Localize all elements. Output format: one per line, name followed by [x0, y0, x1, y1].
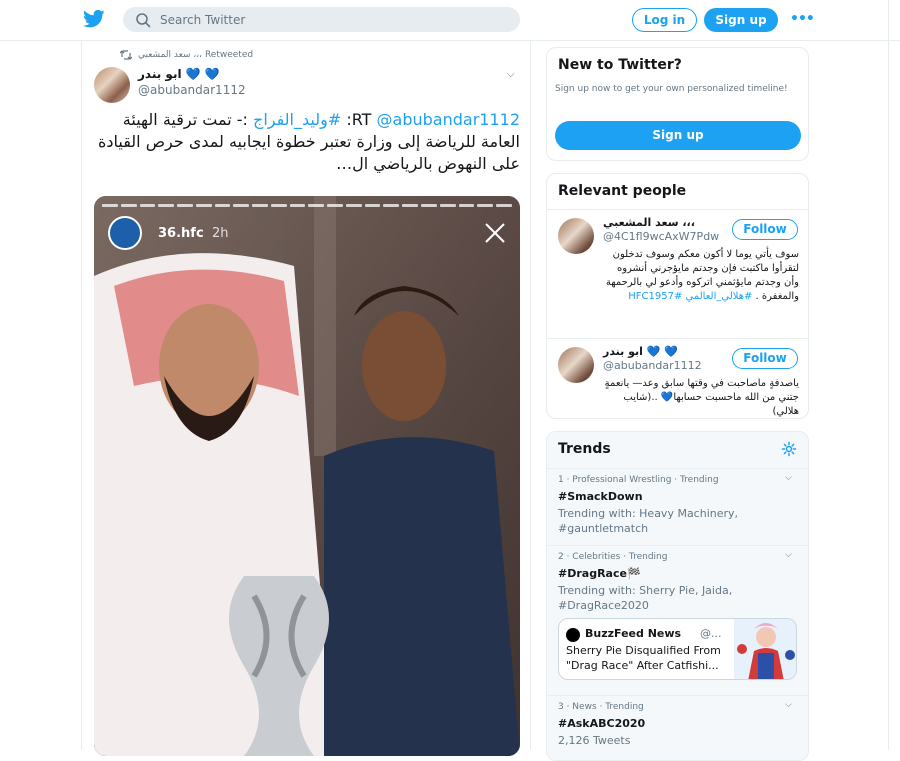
avatar[interactable] — [558, 218, 594, 254]
trend-name[interactable]: #SmackDown — [558, 490, 643, 503]
story-time: 2h — [212, 226, 229, 241]
person-username[interactable]: @4C1fl9wcAxW7Pdw — [603, 230, 719, 243]
gear-icon[interactable] — [781, 441, 797, 457]
card-title: Trends — [558, 441, 611, 457]
chevron-down-icon[interactable]: ⌵ — [785, 700, 792, 710]
search-input[interactable] — [160, 9, 500, 30]
person-username[interactable]: @abubandar1112 — [603, 359, 702, 372]
trend-name[interactable]: #AskABC2020 — [558, 717, 645, 730]
twitter-bird-icon[interactable] — [83, 9, 105, 29]
person-bio: سوف يأتي يوما لا أكون معكم وسوف تدخلون ل… — [603, 248, 799, 304]
trend-name[interactable]: #DragRace🏁 — [558, 567, 641, 580]
news-thumbnail — [734, 619, 796, 679]
signup-cta-button[interactable]: Sign up — [555, 121, 801, 150]
news-source: BuzzFeed News — [585, 627, 682, 640]
news-handle: @... — [700, 627, 722, 640]
tweet-media[interactable]: 36.hfc 2h — [94, 196, 520, 756]
person-bio: ياصدفةٍ ماصاحبت في وقتها سابق وعد— يانعم… — [604, 378, 799, 417]
tweet-text: RT @abubandar1112: #وليد_الفراج :- تمت ت… — [96, 109, 520, 175]
more-icon[interactable]: ••• — [790, 11, 815, 27]
follow-button[interactable]: Follow — [732, 219, 798, 240]
trend-desc: Trending with: Sherry Pie, Jaida, #DragR… — [558, 584, 733, 612]
trend-item[interactable]: 1 · Professional Wrestling · Trending ⌵ … — [547, 468, 808, 545]
follow-button[interactable]: Follow — [732, 348, 798, 369]
top-bar: Log in Sign up ••• — [0, 0, 900, 41]
tweet-separator: : — [341, 110, 352, 129]
tweet[interactable]: سعد المشعبي ،،، Retweeted ابو بندر 💙 💙 @… — [81, 41, 531, 756]
trends-card: Trends 1 · Professional Wrestling · Tren… — [546, 431, 809, 761]
card-subtitle: Sign up now to get your own personalized… — [555, 84, 788, 94]
trend-desc: Trending with: Heavy Machinery, #gauntle… — [558, 507, 739, 535]
retweet-label: سعد المشعبي ،،، Retweeted — [138, 50, 254, 60]
trend-meta: 1 · Professional Wrestling · Trending — [558, 475, 719, 485]
chevron-down-icon[interactable]: ⌵ — [507, 69, 519, 80]
close-icon — [485, 223, 505, 243]
trend-desc: 2,126 Tweets — [558, 734, 631, 747]
username[interactable]: @abubandar1112 — [138, 83, 246, 97]
person-name[interactable]: سعد المشعبي ،،، — [603, 216, 695, 229]
page-border — [888, 0, 889, 750]
person-name[interactable]: ابو بندر 💙 💙 — [603, 345, 678, 358]
person-item[interactable]: ابو بندر 💙 💙 @abubandar1112 Follow ياصدف… — [547, 339, 808, 419]
signup-button[interactable]: Sign up — [704, 8, 778, 32]
news-headline: Sherry Pie Disqualified From "Drag Race"… — [566, 644, 721, 672]
card-title: Relevant people — [558, 183, 687, 199]
trend-meta: 2 · Celebrities · Trending — [558, 552, 668, 562]
tweet-rt: RT — [351, 110, 377, 129]
retweet-context: سعد المشعبي ،،، Retweeted — [120, 48, 253, 62]
retweet-icon — [120, 50, 132, 60]
search-box[interactable] — [123, 7, 520, 32]
trend-meta: 3 · News · Trending — [558, 702, 644, 712]
story-username: 36.hfc — [158, 226, 204, 241]
trend-item[interactable]: 3 · News · Trending ⌵ #AskABC2020 2,126 … — [547, 695, 808, 760]
relevant-people-card: Relevant people سعد المشعبي ،،، @4C1fl9w… — [546, 173, 809, 419]
login-button[interactable]: Log in — [632, 8, 697, 32]
new-to-twitter-card: New to Twitter? Sign up now to get your … — [546, 47, 809, 161]
chevron-down-icon[interactable]: ⌵ — [785, 550, 792, 560]
hashtag-link[interactable]: #وليد_الفراج — [253, 110, 341, 129]
chevron-down-icon[interactable]: ⌵ — [785, 473, 792, 483]
avatar[interactable] — [558, 347, 594, 383]
story-photo — [94, 196, 520, 756]
person-item[interactable]: سعد المشعبي ،،، @4C1fl9wcAxW7Pdw Follow … — [547, 210, 808, 338]
mention-link[interactable]: @abubandar1112 — [377, 110, 520, 129]
news-card[interactable]: BuzzFeed News @... Sherry Pie Disqualifi… — [558, 618, 797, 680]
bio-hashtag[interactable]: #هلالي_العالمي HFC1957# — [628, 291, 752, 302]
search-icon — [136, 13, 151, 28]
avatar[interactable] — [94, 67, 130, 103]
card-title: New to Twitter? — [558, 57, 682, 73]
buzzfeed-logo-icon — [566, 628, 580, 642]
display-name[interactable]: ابو بندر 💙 💙 — [138, 67, 220, 81]
trend-item[interactable]: 2 · Celebrities · Trending ⌵ #DragRace🏁 … — [547, 545, 808, 695]
story-progress-bar — [102, 204, 512, 207]
story-avatar — [108, 216, 142, 250]
